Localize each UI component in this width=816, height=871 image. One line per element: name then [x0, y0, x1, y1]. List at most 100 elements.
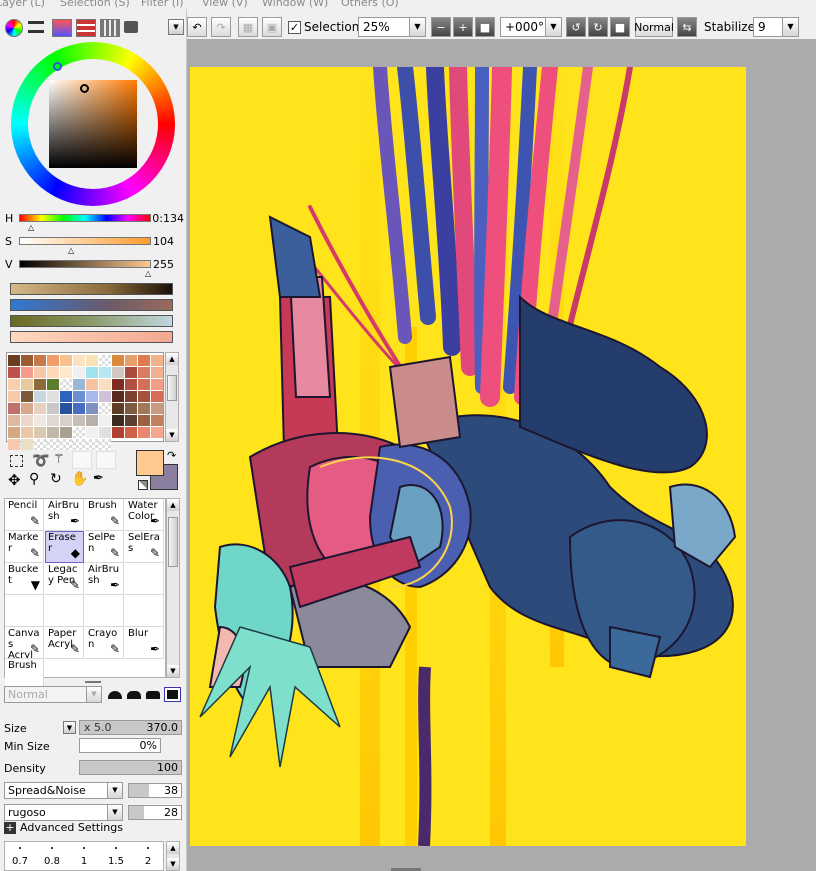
- color-swatch[interactable]: [47, 439, 59, 450]
- brush-size-preset[interactable]: 1.5: [101, 842, 131, 870]
- color-swatch[interactable]: [8, 439, 20, 450]
- gradient-bar-2[interactable]: [10, 299, 173, 311]
- color-swatch[interactable]: [86, 439, 98, 450]
- artwork-canvas[interactable]: [190, 67, 746, 846]
- texture-select-1[interactable]: Spread&Noise ▼: [4, 782, 123, 799]
- color-swatch[interactable]: [8, 403, 20, 414]
- color-swatch[interactable]: [21, 391, 33, 402]
- color-swatch[interactable]: [60, 391, 72, 402]
- tool-paper-acryl[interactable]: Paper Acryl ✎: [45, 627, 84, 659]
- tool-eraser[interactable]: Eraser ◆: [45, 531, 84, 563]
- blend-mode-button[interactable]: Normal: [634, 17, 674, 37]
- tool-scroll-up[interactable]: ▲: [167, 499, 179, 511]
- tool-blur[interactable]: Blur ✒: [125, 627, 164, 659]
- color-swatch[interactable]: [112, 391, 124, 402]
- lasso-icon[interactable]: ➰: [32, 453, 49, 469]
- hsv-sliders-tab[interactable]: [52, 19, 72, 37]
- color-swatch[interactable]: [138, 355, 150, 366]
- rotation-select[interactable]: +000° ▼: [500, 17, 562, 37]
- brush-size-preset[interactable]: 0.8: [37, 842, 67, 870]
- undo-button[interactable]: ↶: [187, 17, 207, 37]
- tool-bucket[interactable]: Bucket ▼: [5, 563, 44, 595]
- color-swatch[interactable]: [138, 379, 150, 390]
- brush-shape-3[interactable]: [146, 691, 160, 699]
- color-swatch[interactable]: [112, 379, 124, 390]
- color-swatch[interactable]: [8, 415, 20, 426]
- brush-size-scrollbar[interactable]: ▲ ▼: [166, 841, 180, 871]
- swatches-tab[interactable]: [100, 19, 120, 37]
- color-swatch[interactable]: [21, 403, 33, 414]
- rotate-right-button[interactable]: ↻: [588, 17, 608, 37]
- magic-wand-icon[interactable]: ⚚: [53, 452, 65, 467]
- color-swatch[interactable]: [99, 439, 111, 450]
- tool-brush[interactable]: Brush ✎: [85, 499, 124, 531]
- color-swatch[interactable]: [60, 355, 72, 366]
- color-swatch[interactable]: [151, 403, 163, 414]
- brush-size-preset[interactable]: 1: [69, 842, 99, 870]
- color-swatch[interactable]: [99, 403, 111, 414]
- color-swatch[interactable]: [112, 415, 124, 426]
- color-swatch[interactable]: [151, 367, 163, 378]
- color-swatch[interactable]: [34, 415, 46, 426]
- tool-canvas-acryl[interactable]: Canvas Acryl ✎: [5, 627, 44, 659]
- hue-cursor[interactable]: [53, 62, 62, 71]
- tool-crayon[interactable]: Crayon ✎: [85, 627, 124, 659]
- eyedropper-icon[interactable]: ✒: [93, 471, 104, 486]
- brush-size-scroll-down[interactable]: ▼: [167, 858, 179, 870]
- color-swatch[interactable]: [138, 415, 150, 426]
- color-swatch[interactable]: [47, 427, 59, 438]
- color-wheel-tab[interactable]: [5, 19, 23, 37]
- advanced-settings-toggle[interactable]: + Advanced Settings: [4, 821, 164, 837]
- color-swatch[interactable]: [34, 403, 46, 414]
- color-swatch[interactable]: [125, 391, 137, 402]
- value-slider[interactable]: [19, 260, 151, 268]
- brush-size-preset[interactable]: 0.7: [5, 842, 35, 870]
- tool-scroll-thumb[interactable]: [168, 517, 178, 567]
- color-swatch[interactable]: [99, 379, 111, 390]
- scratchpad-tab[interactable]: [124, 21, 138, 33]
- tool-airbrush[interactable]: AirBrush ✒: [45, 499, 84, 531]
- tool-legacy-pen[interactable]: Legacy Pen ✎: [45, 563, 84, 595]
- zoom-in-button[interactable]: +: [453, 17, 473, 37]
- color-swatch[interactable]: [99, 367, 111, 378]
- selection-checkbox[interactable]: ✓: [288, 21, 301, 34]
- swap-colors-icon[interactable]: ↷: [167, 449, 176, 462]
- brush-size-preset[interactable]: 2: [133, 842, 163, 870]
- color-swatch[interactable]: [73, 427, 85, 438]
- color-swatch[interactable]: [86, 355, 98, 366]
- color-swatch[interactable]: [125, 379, 137, 390]
- tool-airbrush[interactable]: AirBrush ✒: [85, 563, 124, 595]
- zoom-reset-button[interactable]: ■: [475, 17, 495, 37]
- color-swatch[interactable]: [86, 391, 98, 402]
- color-swatch[interactable]: [112, 427, 124, 438]
- scroll-thumb[interactable]: [167, 375, 177, 401]
- panel-menu-button[interactable]: ▼: [168, 19, 184, 35]
- zoom-out-button[interactable]: −: [431, 17, 451, 37]
- color-wheel[interactable]: [11, 42, 175, 206]
- menu-view[interactable]: View (V): [202, 0, 248, 9]
- flip-button[interactable]: ⇆: [677, 17, 697, 37]
- color-swatch[interactable]: [73, 439, 85, 450]
- saturation-slider[interactable]: [19, 237, 151, 245]
- tool-water-color[interactable]: Water Color ✒: [125, 499, 164, 531]
- color-swatch[interactable]: [47, 367, 59, 378]
- selection-toggle[interactable]: ✓ Selection: [288, 19, 359, 37]
- color-swatch[interactable]: [21, 415, 33, 426]
- tool-scroll-down[interactable]: ▼: [167, 665, 179, 677]
- menu-layer[interactable]: Layer (L): [0, 0, 45, 9]
- primary-color-chip[interactable]: [136, 450, 164, 476]
- color-swatch[interactable]: [8, 427, 20, 438]
- color-swatch[interactable]: [60, 427, 72, 438]
- color-swatch[interactable]: [112, 355, 124, 366]
- color-swatch[interactable]: [21, 439, 33, 450]
- texture-2-strength[interactable]: 28: [128, 805, 182, 820]
- palette-bars-tab[interactable]: [76, 19, 96, 37]
- menu-selection[interactable]: Selection (S): [60, 0, 130, 9]
- color-swatch[interactable]: [151, 391, 163, 402]
- texture-1-strength[interactable]: 38: [128, 783, 182, 798]
- color-swatch[interactable]: [8, 379, 20, 390]
- color-swatch[interactable]: [21, 427, 33, 438]
- splitter[interactable]: [85, 681, 101, 683]
- scroll-down-arrow[interactable]: ▼: [166, 429, 178, 441]
- stabilizer-select[interactable]: 9 ▼: [753, 17, 799, 37]
